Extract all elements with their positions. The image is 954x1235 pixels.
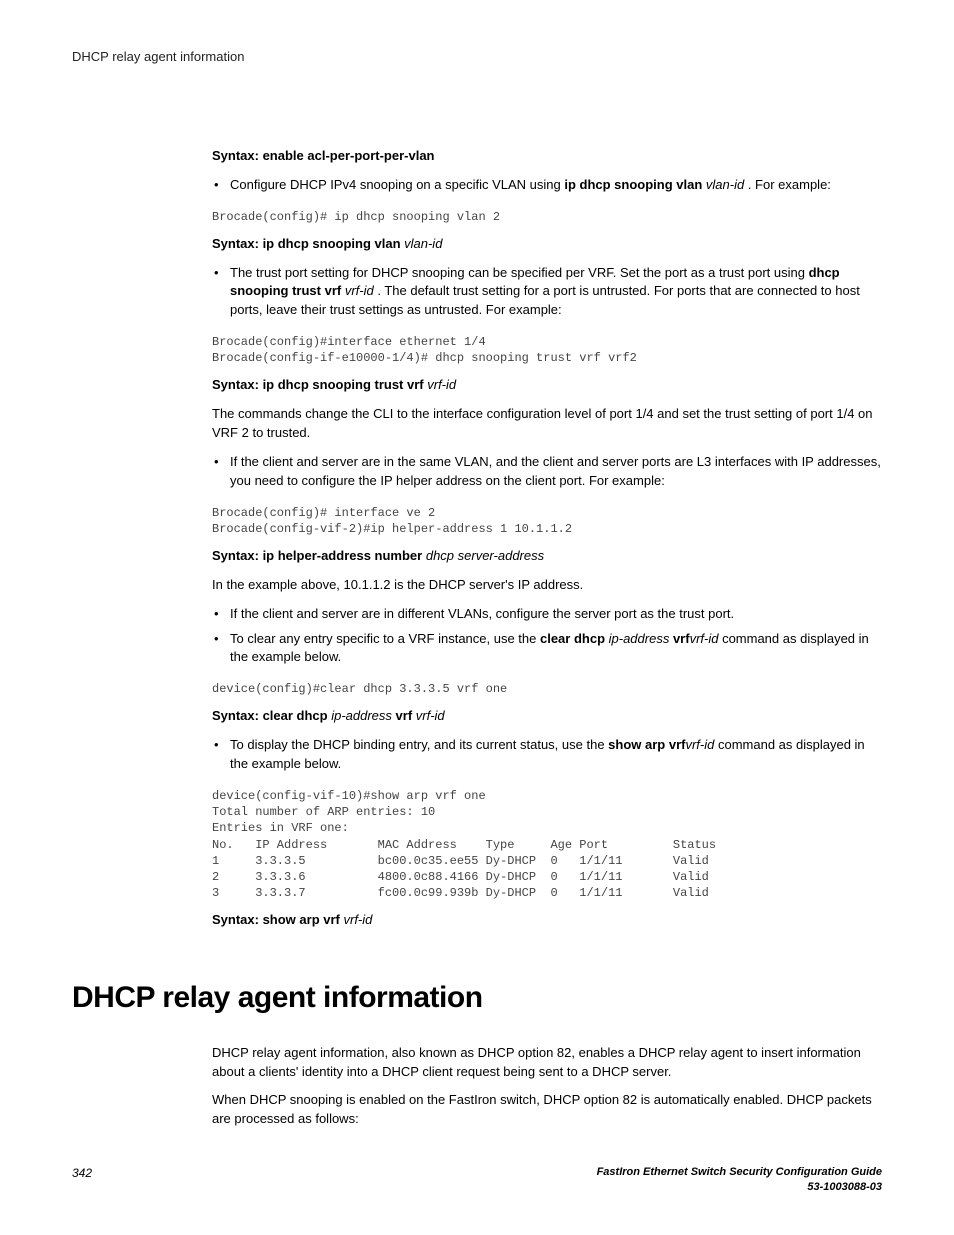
syntax-clear-dhcp: Syntax: clear dhcp ip-address vrf vrf-id: [212, 707, 882, 726]
syntax-param: vrf-id: [416, 708, 445, 723]
text: . For example:: [748, 177, 831, 192]
page-number: 342: [72, 1165, 92, 1182]
code-clear-dhcp: device(config)#clear dhcp 3.3.3.5 vrf on…: [212, 681, 882, 697]
param: vlan-id: [702, 177, 748, 192]
syntax-param: vlan-id: [404, 236, 442, 251]
code-snooping-vlan: Brocade(config)# ip dhcp snooping vlan 2: [212, 209, 882, 225]
bullet-clear-vrf: To clear any entry specific to a VRF ins…: [212, 630, 882, 668]
bullet-list-4: If the client and server are in differen…: [212, 605, 882, 668]
para-option82-enabled: When DHCP snooping is enabled on the Fas…: [212, 1091, 882, 1129]
bullet-configure-snooping: Configure DHCP IPv4 snooping on a specif…: [212, 176, 882, 195]
syntax-label: Syntax: enable acl-per-port-per-vlan: [212, 148, 435, 163]
syntax-snooping-vlan: Syntax: ip dhcp snooping vlan vlan-id: [212, 235, 882, 254]
code-trust-vrf: Brocade(config)#interface ethernet 1/4 B…: [212, 334, 882, 366]
page-footer: 342 FastIron Ethernet Switch Security Co…: [72, 1165, 882, 1195]
param: ip-address: [609, 631, 673, 646]
bullet-diff-vlan: If the client and server are in differen…: [212, 605, 882, 624]
cmd: ip dhcp snooping vlan: [564, 177, 702, 192]
bullet-list-5: To display the DHCP binding entry, and i…: [212, 736, 882, 774]
bullet-list-1: Configure DHCP IPv4 snooping on a specif…: [212, 176, 882, 195]
syntax-param: vrf-id: [343, 912, 372, 927]
doc-line1: FastIron Ethernet Switch Security Config…: [597, 1166, 882, 1178]
syntax-param: dhcp server-address: [426, 548, 544, 563]
text: The trust port setting for DHCP snooping…: [230, 265, 809, 280]
bullet-list-2: The trust port setting for DHCP snooping…: [212, 264, 882, 321]
bullet-list-3: If the client and server are in the same…: [212, 453, 882, 491]
doc-line2: 53-1003088-03: [807, 1181, 882, 1193]
syntax-param: ip-address: [331, 708, 392, 723]
main-content: Syntax: enable acl-per-port-per-vlan Con…: [212, 147, 882, 1129]
syntax-label: Syntax: ip dhcp snooping trust vrf: [212, 377, 427, 392]
page-header: DHCP relay agent information: [72, 48, 882, 67]
param: vrf-id: [685, 737, 714, 752]
param: vrf-id: [341, 283, 377, 298]
bullet-trust-port: The trust port setting for DHCP snooping…: [212, 264, 882, 321]
code-helper-address: Brocade(config)# interface ve 2 Brocade(…: [212, 505, 882, 537]
param: vrf-id: [690, 631, 719, 646]
text: To clear any entry specific to a VRF ins…: [230, 631, 540, 646]
syntax-label: Syntax: show arp vrf: [212, 912, 343, 927]
syntax-trust-vrf: Syntax: ip dhcp snooping trust vrf vrf-i…: [212, 376, 882, 395]
para-dhcp-server-ip: In the example above, 10.1.1.2 is the DH…: [212, 576, 882, 595]
syntax-label: vrf: [392, 708, 416, 723]
text: Configure DHCP IPv4 snooping on a specif…: [230, 177, 564, 192]
cmd: show arp vrf: [608, 737, 685, 752]
syntax-param: vrf-id: [427, 377, 456, 392]
syntax-label: Syntax: clear dhcp: [212, 708, 331, 723]
para-cli-change: The commands change the CLI to the inter…: [212, 405, 882, 443]
syntax-label: Syntax: ip dhcp snooping vlan: [212, 236, 404, 251]
syntax-show-arp: Syntax: show arp vrf vrf-id: [212, 911, 882, 930]
section-heading: DHCP relay agent information: [72, 976, 882, 1020]
cmd: vrf: [673, 631, 690, 646]
doc-title: FastIron Ethernet Switch Security Config…: [597, 1165, 882, 1195]
bullet-show-arp: To display the DHCP binding entry, and i…: [212, 736, 882, 774]
header-title: DHCP relay agent information: [72, 49, 244, 64]
syntax-label: Syntax: ip helper-address number: [212, 548, 426, 563]
cmd: clear dhcp: [540, 631, 609, 646]
syntax-enable-acl: Syntax: enable acl-per-port-per-vlan: [212, 147, 882, 166]
bullet-same-vlan: If the client and server are in the same…: [212, 453, 882, 491]
text: To display the DHCP binding entry, and i…: [230, 737, 608, 752]
para-option82-intro: DHCP relay agent information, also known…: [212, 1044, 882, 1082]
syntax-helper-address: Syntax: ip helper-address number dhcp se…: [212, 547, 882, 566]
code-show-arp: device(config-vif-10)#show arp vrf one T…: [212, 788, 882, 901]
